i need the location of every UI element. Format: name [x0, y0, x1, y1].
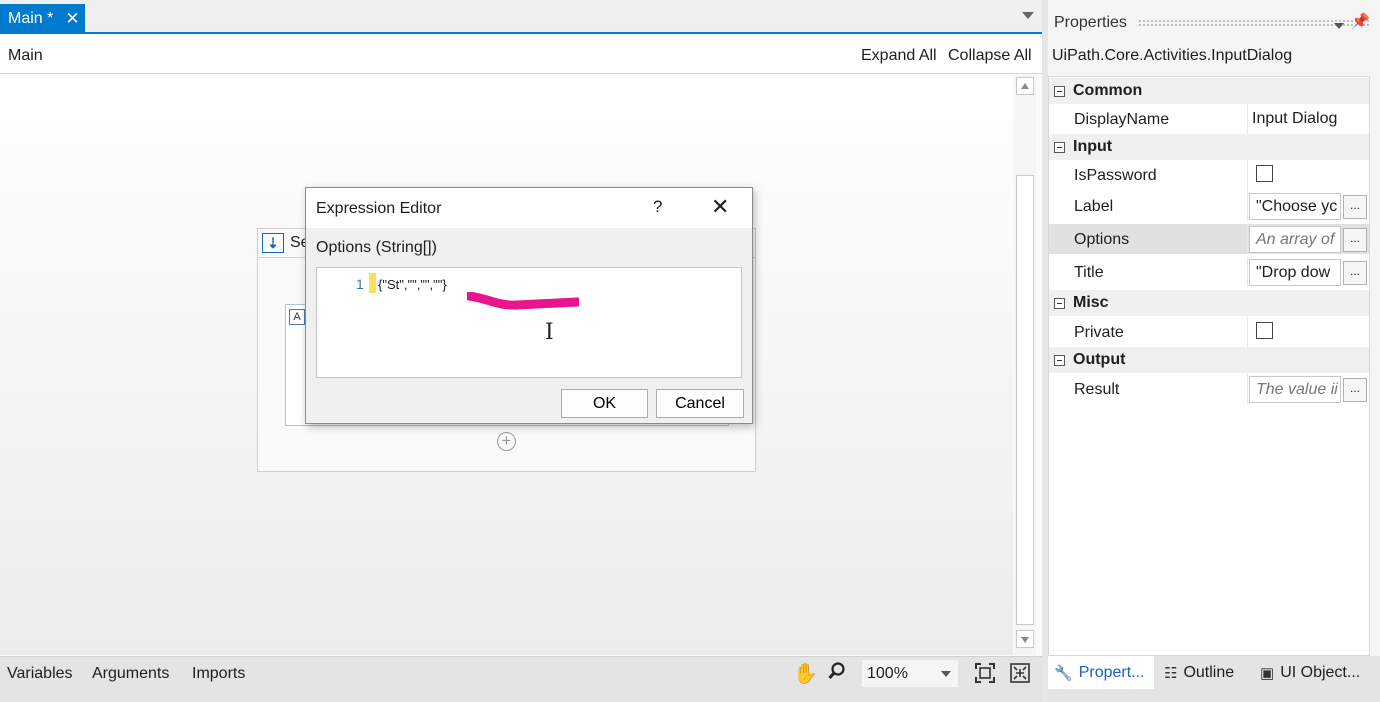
label-input[interactable]: "Choose yc: [1249, 193, 1341, 220]
wrench-icon: 🔧: [1054, 664, 1073, 682]
activity-type-name: UiPath.Core.Activities.InputDialog: [1052, 47, 1293, 64]
category-label: Input: [1073, 138, 1113, 155]
collapse-icon[interactable]: [1054, 141, 1065, 153]
property-name: Result: [1074, 381, 1120, 398]
scroll-up-icon[interactable]: [1016, 77, 1034, 95]
collapse-all-link[interactable]: Collapse All: [948, 47, 1032, 65]
chevron-down-icon: [941, 671, 951, 677]
property-row-title[interactable]: Title "Drop dow ...: [1049, 257, 1369, 287]
panel-menu-chevron-icon[interactable]: [1334, 23, 1344, 29]
workflow-designer: Main * ✕ Main Expand All Collapse All ⇣ …: [0, 0, 1042, 702]
category-input[interactable]: Input: [1049, 134, 1369, 160]
options-input[interactable]: An array of: [1249, 226, 1341, 253]
category-misc[interactable]: Misc: [1049, 290, 1369, 316]
pink-annotation-stroke: [467, 292, 579, 310]
add-activity-icon[interactable]: +: [497, 432, 516, 451]
dialog-title: Expression Editor: [316, 200, 442, 217]
tab-outline[interactable]: ☷ Outline: [1164, 656, 1234, 689]
property-row-ispassword[interactable]: IsPassword: [1049, 160, 1369, 190]
expression-code[interactable]: {"St","","",""}: [378, 277, 447, 292]
zoom-level-select[interactable]: 100%: [862, 660, 958, 687]
property-name: Title: [1074, 264, 1104, 281]
title-input[interactable]: "Drop dow: [1249, 259, 1341, 286]
document-tabstrip: Main * ✕: [0, 0, 1042, 34]
displayname-value[interactable]: Input Dialog: [1252, 110, 1337, 128]
outline-tree-icon: ☷: [1164, 664, 1178, 682]
category-output[interactable]: Output: [1049, 347, 1369, 373]
input-dialog-activity-icon: A: [289, 309, 305, 325]
ui-objects-icon: ▣: [1260, 664, 1275, 682]
zoom-level-value: 100%: [867, 664, 908, 682]
collapse-icon[interactable]: [1054, 85, 1065, 97]
reset-zoom-icon[interactable]: [1010, 663, 1030, 683]
property-grid: Common DisplayName Input Dialog Input Is…: [1048, 76, 1370, 656]
category-label: Common: [1073, 82, 1143, 99]
tab-main-label: Main *: [8, 10, 54, 27]
close-icon[interactable]: ✕: [711, 194, 729, 220]
scroll-down-icon[interactable]: [1016, 630, 1034, 648]
tab-outline-label: Outline: [1183, 663, 1235, 681]
tab-properties[interactable]: 🔧 Propert...: [1048, 656, 1154, 689]
property-row-options[interactable]: Options An array of ...: [1049, 224, 1369, 254]
variables-tab[interactable]: Variables: [7, 665, 73, 683]
tab-ui-objects[interactable]: ▣ UI Object...: [1260, 656, 1360, 689]
result-input[interactable]: The value ii: [1249, 376, 1341, 403]
line-number: 1: [356, 276, 364, 292]
breadcrumb-bar: Main Expand All Collapse All: [0, 36, 1042, 74]
arguments-tab[interactable]: Arguments: [92, 665, 169, 683]
properties-panel: Properties 📌 UiPath.Core.Activities.Inpu…: [1048, 0, 1380, 702]
properties-title: Properties: [1054, 14, 1127, 31]
property-name: Label: [1074, 198, 1114, 215]
help-icon[interactable]: ?: [653, 197, 662, 217]
options-ellipsis-button[interactable]: ...: [1343, 228, 1367, 252]
title-ellipsis-button[interactable]: ...: [1343, 261, 1367, 285]
property-row-result[interactable]: Result The value ii ...: [1049, 374, 1369, 404]
zoom-magnifier-icon[interactable]: [828, 662, 846, 680]
property-name: Private: [1074, 324, 1124, 341]
property-row-label[interactable]: Label "Choose yc ...: [1049, 191, 1369, 221]
expression-editor-dialog: Expression Editor ? ✕ Options (String[])…: [305, 187, 753, 424]
panel-tabstrip: 🔧 Propert... ☷ Outline ▣ UI Object...: [1048, 656, 1380, 702]
property-row-displayname[interactable]: DisplayName Input Dialog: [1049, 104, 1369, 134]
dialog-titlebar: Expression Editor ? ✕: [306, 188, 752, 228]
designer-vertical-scrollbar[interactable]: [1014, 75, 1036, 655]
private-checkbox[interactable]: [1256, 322, 1273, 339]
ok-button[interactable]: OK: [561, 389, 648, 418]
modified-line-marker: [369, 273, 376, 293]
imports-tab[interactable]: Imports: [192, 665, 245, 683]
expression-code-editor[interactable]: 1 {"St","","",""} I: [316, 267, 742, 378]
pin-icon[interactable]: 📌: [1351, 12, 1370, 30]
expression-field-label: Options (String[]): [316, 239, 437, 256]
property-name: IsPassword: [1074, 167, 1157, 184]
collapse-icon[interactable]: [1054, 354, 1065, 366]
tab-main[interactable]: Main * ✕: [0, 4, 85, 34]
breadcrumb[interactable]: Main: [8, 47, 43, 65]
category-common[interactable]: Common: [1049, 78, 1369, 104]
property-name: Options: [1074, 231, 1130, 248]
designer-bottom-bar: Variables Arguments Imports ✋ 100%: [0, 656, 1042, 702]
category-label: Output: [1073, 351, 1126, 368]
properties-header: Properties 📌: [1048, 6, 1380, 38]
pan-hand-icon[interactable]: ✋: [793, 661, 818, 686]
tab-list-dropdown-icon[interactable]: [1022, 12, 1034, 19]
expand-all-link[interactable]: Expand All: [861, 47, 937, 65]
label-ellipsis-button[interactable]: ...: [1343, 195, 1367, 219]
close-tab-icon[interactable]: ✕: [65, 9, 79, 29]
tab-properties-label: Propert...: [1078, 663, 1145, 681]
property-name: DisplayName: [1074, 111, 1170, 128]
property-row-private[interactable]: Private: [1049, 317, 1369, 347]
tab-ui-objects-label: UI Object...: [1280, 663, 1361, 681]
scroll-thumb[interactable]: [1016, 175, 1034, 625]
ispassword-checkbox[interactable]: [1256, 165, 1273, 182]
fit-to-screen-icon[interactable]: [975, 663, 995, 683]
result-ellipsis-button[interactable]: ...: [1343, 378, 1367, 402]
sequence-icon: ⇣: [262, 233, 284, 253]
collapse-icon[interactable]: [1054, 297, 1065, 309]
cancel-button[interactable]: Cancel: [656, 389, 744, 418]
category-label: Misc: [1073, 294, 1109, 311]
text-cursor-icon: I: [545, 320, 554, 345]
